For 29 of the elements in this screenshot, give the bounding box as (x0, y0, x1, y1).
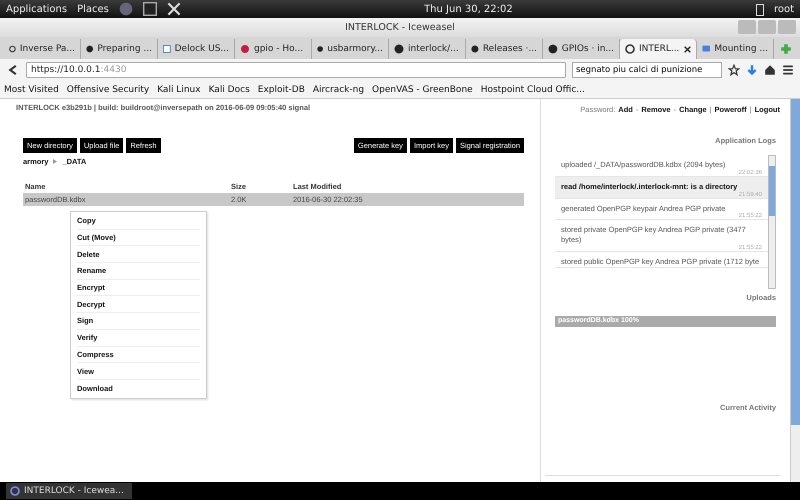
terminal-icon[interactable] (142, 2, 157, 16)
page-scrollbar[interactable] (790, 99, 800, 482)
home-icon[interactable] (764, 64, 776, 76)
url-field[interactable]: https://10.0.0.1:4430 (26, 62, 566, 78)
chat-icon (702, 44, 710, 54)
bookmark[interactable]: Most Visited (4, 84, 59, 94)
panel-menu[interactable]: Places (77, 4, 109, 14)
panel-menu[interactable]: Applications (6, 4, 68, 14)
browser-tab[interactable]: INTERL... (620, 39, 697, 59)
battery-icon (756, 2, 764, 16)
bookmark[interactable]: Exploit-DB (258, 84, 305, 94)
bookmark[interactable]: Kali Linux (157, 84, 201, 94)
bookmark[interactable]: Offensive Security (66, 84, 150, 94)
breadcrumb-separator-icon (53, 159, 58, 164)
log-scrollbar[interactable] (768, 155, 776, 289)
clock[interactable]: Thu Jun 30, 22:02 (190, 4, 746, 14)
window-title: INTERLOCK - Iceweasel (345, 22, 455, 33)
download-icon[interactable] (746, 64, 758, 76)
bookmark[interactable]: Aircrack-ng (312, 84, 364, 94)
star-icon[interactable] (728, 64, 740, 76)
bookmark[interactable]: Hostpoint Cloud Offic... (480, 84, 585, 94)
taskbar-window-button[interactable]: INTERLOCK - Icewea... (6, 483, 132, 499)
close-icon[interactable] (684, 46, 691, 52)
bookmark[interactable]: Kali Docs (208, 84, 250, 94)
new-tab-icon[interactable] (780, 43, 792, 55)
search-field[interactable]: segnato piu calci di punizione (572, 62, 722, 78)
bookmark[interactable]: OpenVAS - GreenBone (372, 84, 473, 94)
user-menu[interactable]: root (774, 4, 794, 14)
menu-icon[interactable] (782, 64, 794, 76)
